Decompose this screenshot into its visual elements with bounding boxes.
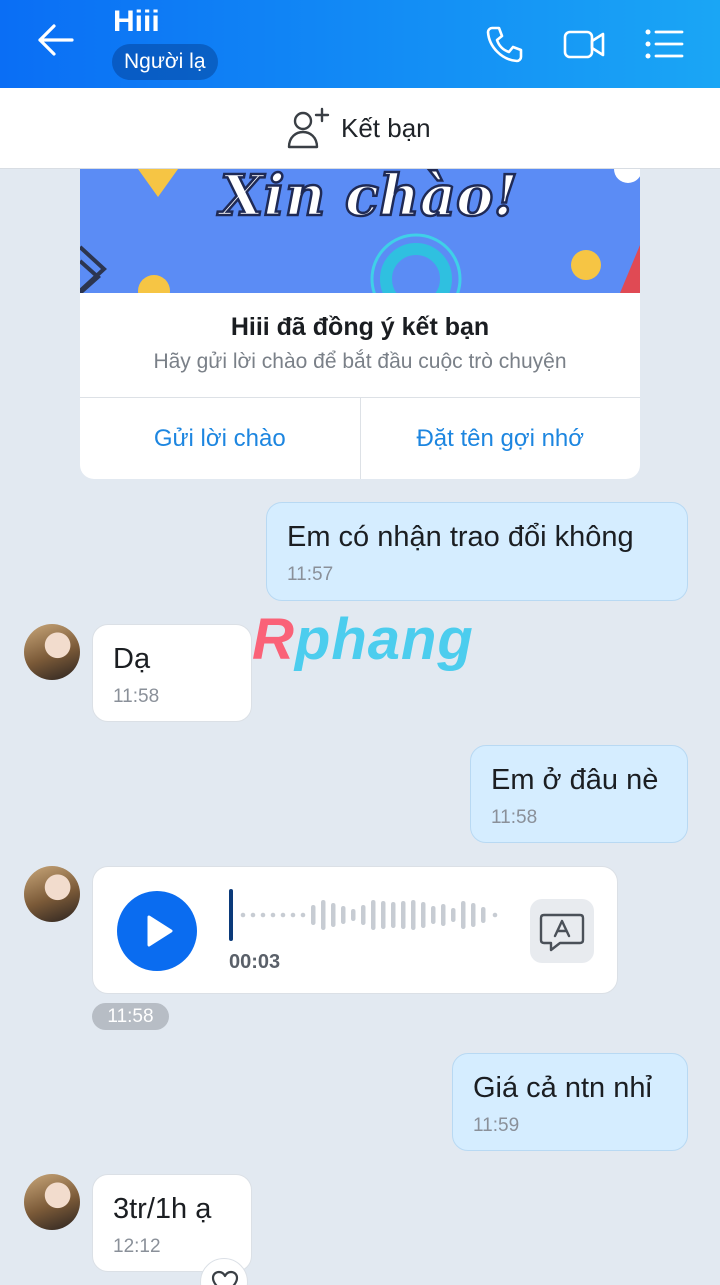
play-button[interactable] [117,891,197,971]
message-text: Em có nhận trao đổi không [287,521,634,553]
react-heart-button[interactable] [200,1258,248,1285]
card-title: Hiii đã đồng ý kết bạn [230,313,490,341]
message-bubble-in[interactable]: 3tr/1h ạ 12:12 [92,1174,252,1272]
back-arrow-icon[interactable] [30,20,80,60]
contact-avatar[interactable] [24,1174,80,1230]
heart-icon [211,1270,239,1285]
menu-list-icon[interactable] [642,22,686,66]
video-call-icon[interactable] [562,22,606,66]
message-time: 11:57 [287,564,334,585]
message-bubble-in[interactable]: Dạ 11:58 [92,624,252,722]
message-time: 11:59 [473,1115,520,1136]
stranger-badge: Người lạ [112,44,218,80]
voice-message-bubble[interactable]: 00:03 [92,866,618,994]
add-person-icon[interactable] [286,105,332,151]
contact-avatar[interactable] [24,866,80,922]
message-text: Dạ [113,643,151,675]
voice-message-time: 11:58 [92,1003,169,1030]
message-time: 11:58 [113,686,160,707]
phone-icon[interactable] [483,22,527,66]
message-text: 3tr/1h ạ [113,1193,212,1225]
set-nickname-button[interactable]: Đặt tên gợi nhớ [359,398,641,479]
chat-header: Hiii Người lạ [0,0,720,88]
friend-accepted-card: Xin chào! Hiii đã đồng ý kết bạn Hãy gửi… [80,169,640,479]
transcribe-button[interactable] [530,899,594,963]
watermark-logo: Rphang [252,607,474,672]
audio-waveform[interactable] [229,887,509,943]
card-actions: Gửi lời chào Đặt tên gợi nhớ [80,397,640,479]
card-subtitle: Hãy gửi lời chào để bắt đầu cuộc trò chu… [153,350,567,373]
message-bubble-out[interactable]: Em ở đâu nè 11:58 [470,745,688,843]
contact-avatar[interactable] [24,624,80,680]
message-text: Giá cả ntn nhỉ [473,1072,652,1104]
greeting-banner: Xin chào! [80,169,640,293]
message-text: Em ở đâu nè [491,764,659,796]
add-friend-label[interactable]: Kết bạn [341,113,431,144]
message-bubble-out[interactable]: Em có nhận trao đổi không 11:57 [266,502,688,601]
message-bubble-out[interactable]: Giá cả ntn nhỉ 11:59 [452,1053,688,1151]
message-time: 11:58 [491,807,538,828]
contact-name[interactable]: Hiii [113,5,160,39]
transcribe-icon [539,913,585,952]
banner-text: Xin chào! [217,169,518,229]
voice-duration: 00:03 [229,951,281,973]
message-time: 12:12 [113,1236,161,1257]
banner-illustration: Xin chào! [80,169,640,293]
send-greeting-button[interactable]: Gửi lời chào [80,398,360,479]
play-icon [147,915,173,947]
